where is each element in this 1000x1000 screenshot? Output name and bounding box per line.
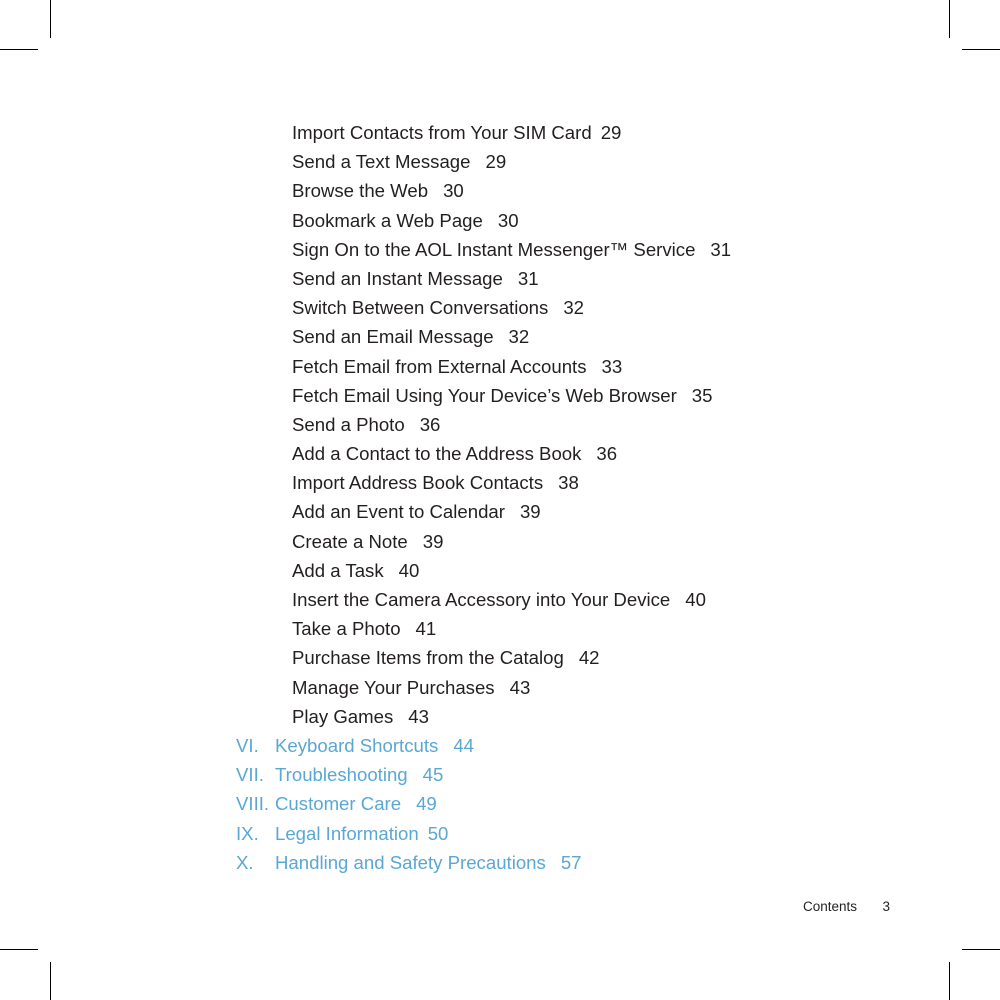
toc-part-entry[interactable]: IX. Legal Information 50: [236, 819, 936, 848]
toc-part-title: Handling and Safety Precautions: [275, 851, 546, 873]
toc-part-title: Customer Care: [275, 793, 402, 815]
toc-part-page-number: 44: [453, 734, 474, 756]
toc-entry[interactable]: Add a Task 40: [236, 556, 936, 585]
toc-entry[interactable]: Purchase Items from the Catalog 42: [236, 643, 936, 672]
toc-entry[interactable]: Import Contacts from Your SIM Card 29: [236, 118, 936, 147]
toc-entry[interactable]: Play Games 43: [236, 702, 936, 731]
crop-mark-bottom-left-vertical: [50, 962, 51, 1000]
toc-part-title: Keyboard Shortcuts: [275, 734, 439, 756]
toc-part-entry[interactable]: VIII. Customer Care 49: [236, 789, 936, 818]
toc-entry[interactable]: Browse the Web 30: [236, 176, 936, 205]
toc-entry-page-number: 38: [558, 472, 579, 494]
toc-part-numeral: IX.: [236, 822, 259, 844]
toc-entry-page-number: 29: [600, 122, 622, 143]
toc-entry-title: Fetch Email from External Accounts: [292, 355, 587, 377]
toc-entry-page-number: 39: [519, 501, 541, 523]
toc-entry[interactable]: Switch Between Conversations 32: [236, 293, 936, 322]
toc-part-numeral: VI.: [236, 734, 259, 756]
toc-entry[interactable]: Create a Note 39: [236, 527, 936, 556]
toc-entry-page-number: 42: [578, 647, 600, 669]
toc-entry-title: Play Games: [292, 705, 394, 727]
toc-entry-title: Add an Event to Calendar: [292, 501, 505, 523]
toc-entry-page-number: 36: [596, 443, 618, 465]
toc-entry-page-number: 30: [443, 180, 464, 202]
footer-page-number: 3: [882, 899, 890, 914]
toc-entry-page-number: 43: [408, 705, 429, 727]
toc-part-page-number: 57: [560, 851, 582, 873]
toc-entry-page-number: 43: [509, 676, 531, 698]
table-of-contents: Import Contacts from Your SIM Card 29 Send…: [236, 118, 936, 877]
toc-entry-title: Take a Photo: [292, 618, 401, 640]
toc-part-page-number: 45: [422, 764, 444, 786]
toc-entry-title: Send an Email Message: [292, 326, 494, 348]
toc-entry[interactable]: Fetch Email from External Accounts 33: [236, 352, 936, 381]
toc-part-page-number: 50: [427, 822, 449, 844]
toc-part-page-number: 49: [416, 793, 437, 815]
toc-entry[interactable]: Manage Your Purchases 43: [236, 673, 936, 702]
crop-mark-top-right-vertical: [949, 0, 950, 38]
toc-part-entry[interactable]: X. Handling and Safety Precautions 57: [236, 848, 936, 877]
toc-part-title: Troubleshooting: [275, 764, 408, 786]
toc-entry-title: Add a Task: [292, 559, 384, 581]
toc-part-numeral: VII.: [236, 764, 264, 786]
toc-entry-title: Add a Contact to the Address Book: [292, 443, 582, 465]
toc-entry-page-number: 40: [685, 589, 706, 610]
toc-entry-title: Import Address Book Contacts: [292, 472, 544, 494]
toc-part-entry[interactable]: VI. Keyboard Shortcuts 44: [236, 731, 936, 760]
toc-part-numeral: VIII.: [236, 793, 270, 815]
toc-entry[interactable]: Add a Contact to the Address Book 36: [236, 439, 936, 468]
toc-entry[interactable]: Send a Photo 36: [236, 410, 936, 439]
toc-entry-page-number: 41: [415, 618, 437, 640]
toc-entry[interactable]: Fetch Email Using Your Device’s Web Brow…: [236, 381, 936, 410]
toc-entry[interactable]: Take a Photo 41: [236, 614, 936, 643]
crop-mark-bottom-left-horizontal: [0, 949, 38, 950]
footer-section-label: Contents: [802, 899, 857, 914]
toc-entry-title: Bookmark a Web Page: [292, 209, 483, 231]
toc-entry[interactable]: Add an Event to Calendar 39: [236, 497, 936, 526]
toc-entry-title: Purchase Items from the Catalog: [292, 647, 564, 669]
toc-entry[interactable]: Send a Text Message 29: [236, 147, 936, 176]
toc-entry-page-number: 40: [398, 559, 420, 581]
toc-entry-page-number: 36: [419, 413, 441, 435]
page-footer: Contents 3: [0, 897, 1000, 917]
toc-entry[interactable]: Send an Instant Message 31: [236, 264, 936, 293]
toc-entry-title: Fetch Email Using Your Device’s Web Brow…: [292, 384, 677, 406]
toc-entry-title: Insert the Camera Accessory into Your De…: [292, 589, 671, 610]
toc-entry-page-number: 35: [691, 384, 713, 406]
toc-entry-title: Import Contacts from Your SIM Card: [292, 122, 592, 143]
toc-entry-page-number: 32: [508, 326, 530, 348]
toc-entry[interactable]: Import Address Book Contacts 38: [236, 468, 936, 497]
toc-entry-title: Create a Note: [292, 530, 408, 552]
toc-entry-page-number: 29: [485, 151, 507, 173]
toc-entry-page-number: 31: [710, 238, 732, 260]
toc-entry-title: Sign On to the AOL Instant Messenger™ Se…: [292, 238, 696, 260]
toc-part-numeral: X.: [236, 851, 254, 873]
toc-entry-page-number: 33: [601, 355, 623, 377]
toc-entry[interactable]: Sign On to the AOL Instant Messenger™ Se…: [236, 235, 936, 264]
toc-entry-title: Send an Instant Message: [292, 267, 503, 289]
crop-mark-bottom-right-vertical: [949, 962, 950, 1000]
document-page: Import Contacts from Your SIM Card 29 Send…: [0, 0, 1000, 1000]
crop-mark-top-left-horizontal: [0, 49, 38, 50]
toc-entry[interactable]: Insert the Camera Accessory into Your De…: [236, 585, 936, 614]
toc-part-entry[interactable]: VII. Troubleshooting 45: [236, 760, 936, 789]
toc-entry-title: Manage Your Purchases: [292, 676, 495, 698]
toc-part-title: Legal Information: [275, 822, 419, 844]
crop-mark-top-left-vertical: [50, 0, 51, 38]
toc-entry-page-number: 39: [422, 530, 444, 552]
toc-entry[interactable]: Send an Email Message 32: [236, 322, 936, 351]
toc-entry-title: Switch Between Conversations: [292, 297, 549, 319]
toc-entry[interactable]: Bookmark a Web Page 30: [236, 206, 936, 235]
toc-entry-page-number: 30: [497, 209, 519, 231]
crop-mark-top-right-horizontal: [962, 49, 1000, 50]
toc-entry-title: Send a Photo: [292, 413, 405, 435]
crop-mark-bottom-right-horizontal: [962, 949, 1000, 950]
toc-entry-page-number: 31: [517, 267, 539, 289]
toc-entry-page-number: 32: [563, 297, 584, 319]
toc-entry-title: Browse the Web: [292, 180, 429, 202]
toc-entry-title: Send a Text Message: [292, 151, 471, 173]
